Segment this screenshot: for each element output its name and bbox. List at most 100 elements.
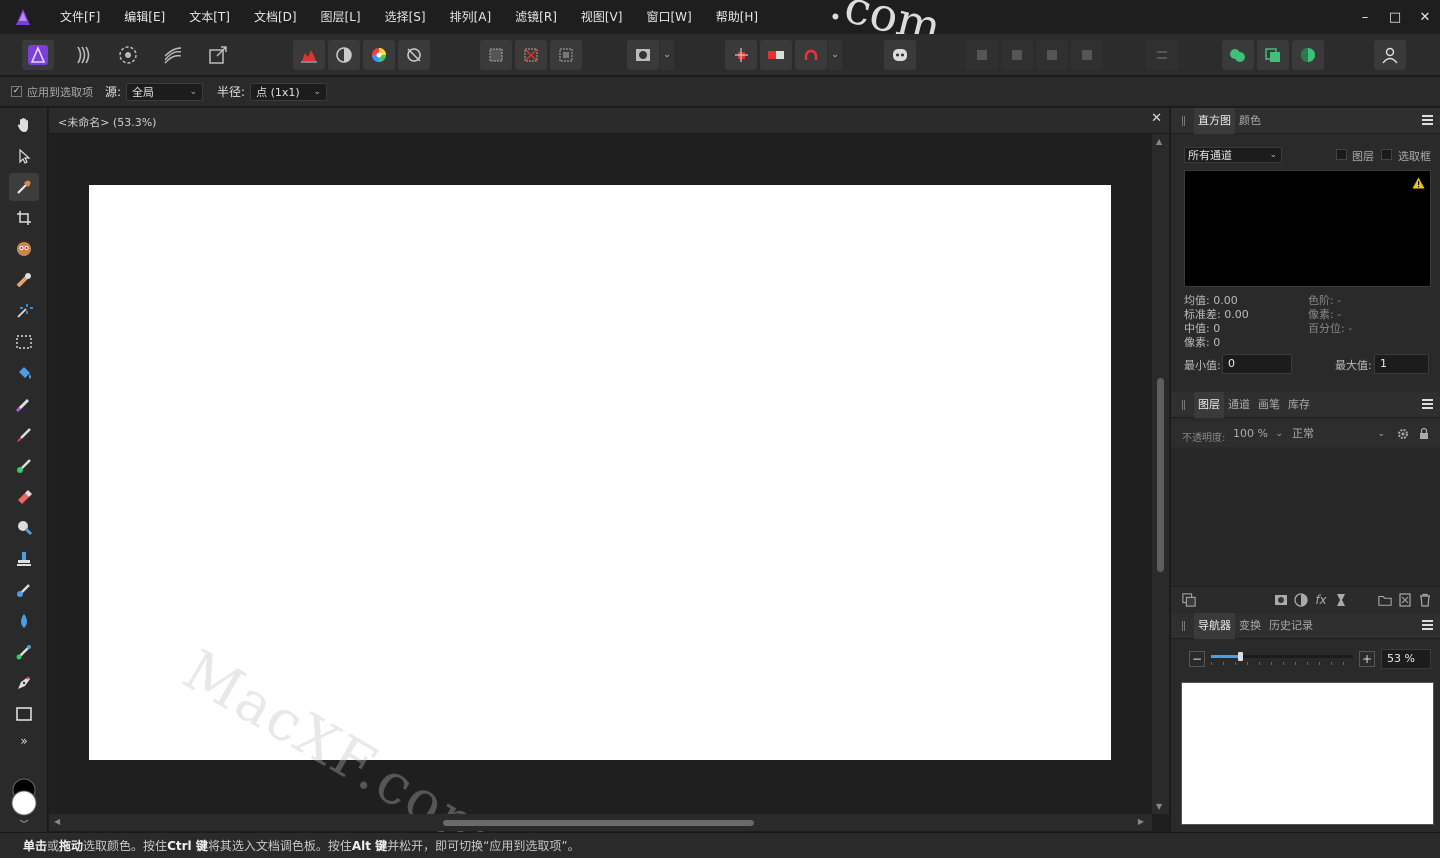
rectangle-tool-icon[interactable] [9, 700, 39, 728]
zoom-slider-knob[interactable] [1238, 652, 1243, 661]
navigator-preview[interactable] [1181, 682, 1434, 825]
menu-help[interactable]: 帮助[H] [704, 0, 770, 34]
panel-grip-icon[interactable] [1182, 399, 1185, 410]
channel-select[interactable]: 所有通道 ⌄ [1184, 147, 1282, 163]
select-all-icon[interactable] [480, 40, 512, 70]
panel-menu-icon[interactable] [1422, 620, 1433, 630]
layer-settings-gear-icon[interactable] [1397, 428, 1409, 443]
close-document-button[interactable]: ✕ [1151, 111, 1162, 126]
horizontal-scrollbar[interactable]: ◀ ▶ [49, 814, 1152, 831]
delete-layer-trash-icon[interactable] [1418, 593, 1432, 607]
scroll-left-icon[interactable]: ◀ [54, 817, 60, 826]
pen-tool-icon[interactable] [9, 669, 39, 697]
vertical-scroll-thumb[interactable] [1157, 378, 1164, 572]
color-picker-tool-icon[interactable] [9, 173, 39, 201]
tone-mapping-persona-icon[interactable] [157, 40, 189, 70]
mesh-warp-tool-icon[interactable] [9, 638, 39, 666]
smudge-tool-icon[interactable] [9, 576, 39, 604]
eraser-tool-icon[interactable] [9, 483, 39, 511]
paint-brush-tool-icon[interactable] [9, 390, 39, 418]
liquify-persona-icon[interactable] [68, 40, 100, 70]
color-wheel-icon[interactable] [363, 40, 395, 70]
auto-contrast-icon[interactable] [328, 40, 360, 70]
tab-channels[interactable]: 通道 [1224, 392, 1254, 418]
blend-mode-select[interactable]: 正常 ⌄ [1288, 425, 1387, 443]
tab-transform[interactable]: 变换 [1235, 613, 1265, 639]
document-canvas[interactable] [89, 185, 1111, 760]
arrange-backward-icon[interactable] [1001, 40, 1033, 70]
boolean-subtract-icon[interactable] [1292, 40, 1324, 70]
panel-menu-icon[interactable] [1422, 399, 1433, 409]
tab-brushes[interactable]: 画笔 [1254, 392, 1284, 418]
scroll-down-icon[interactable]: ▼ [1156, 802, 1162, 811]
magic-wand-tool-icon[interactable] [9, 297, 39, 325]
panel-menu-icon[interactable] [1422, 115, 1433, 125]
photo-persona-icon[interactable] [22, 40, 54, 70]
live-filter-icon[interactable] [1334, 593, 1348, 607]
zoom-out-button[interactable]: − [1189, 651, 1205, 667]
close-window-button[interactable]: ✕ [1410, 0, 1440, 34]
invert-selection-icon[interactable] [550, 40, 582, 70]
crop-tool-icon[interactable] [9, 204, 39, 232]
levels-icon[interactable] [293, 40, 325, 70]
marquee-checkbox[interactable] [1381, 149, 1392, 160]
horizontal-scroll-thumb[interactable] [443, 820, 754, 826]
account-icon[interactable] [1374, 40, 1406, 70]
tab-history[interactable]: 历史记录 [1265, 613, 1317, 639]
source-select[interactable]: 全局 ⌄ [126, 82, 204, 101]
zoom-value-input[interactable]: 53 % [1381, 649, 1431, 669]
panel-grip-icon[interactable] [1182, 620, 1185, 631]
scroll-up-icon[interactable]: ▲ [1156, 137, 1162, 146]
rectangular-marquee-tool-icon[interactable] [9, 328, 39, 356]
layer-checkbox[interactable] [1336, 149, 1347, 160]
arrange-forward-icon[interactable] [966, 40, 998, 70]
vertical-scrollbar[interactable]: ▲ ▼ [1152, 134, 1169, 814]
tab-color[interactable]: 颜色 [1235, 108, 1265, 134]
move-tool-icon[interactable] [9, 142, 39, 170]
arrange-back-icon[interactable] [1071, 40, 1103, 70]
dodge-tool-icon[interactable] [9, 514, 39, 542]
develop-persona-icon[interactable] [112, 40, 144, 70]
blemish-removal-tool-icon[interactable] [9, 266, 39, 294]
min-value-input[interactable]: 0 [1222, 354, 1292, 374]
menu-edit[interactable]: 编辑[E] [112, 0, 177, 34]
opacity-select[interactable]: 100 % ⌄ [1233, 425, 1283, 443]
boolean-intersect-icon[interactable] [1257, 40, 1289, 70]
menu-view[interactable]: 视图[V] [569, 0, 635, 34]
snapping-icon[interactable] [725, 40, 757, 70]
snapping-dropdown-caret[interactable]: ⌄ [828, 40, 842, 70]
menu-file[interactable]: 文件[F] [48, 0, 112, 34]
scroll-right-icon[interactable]: ▶ [1138, 817, 1144, 826]
boolean-add-icon[interactable] [1222, 40, 1254, 70]
menu-arrange[interactable]: 排列[A] [438, 0, 504, 34]
arrange-front-icon[interactable] [1036, 40, 1068, 70]
tab-histogram[interactable]: 直方图 [1194, 107, 1235, 134]
mask-layer-icon[interactable] [1274, 593, 1288, 607]
clone-stamp-tool-icon[interactable] [9, 545, 39, 573]
minimize-button[interactable]: – [1350, 0, 1380, 34]
fx-icon[interactable]: fx [1314, 593, 1328, 607]
assistant-icon[interactable] [884, 40, 916, 70]
apply-to-selection-checkbox[interactable]: ✓ [11, 86, 22, 97]
color-wells[interactable] [9, 778, 41, 824]
menu-select[interactable]: 选择[S] [373, 0, 438, 34]
zoom-in-button[interactable]: + [1359, 651, 1375, 667]
panel-grip-icon[interactable] [1182, 115, 1185, 126]
group-layers-folder-icon[interactable] [1378, 593, 1392, 607]
add-pixel-layer-icon[interactable] [1398, 593, 1412, 607]
color-replacement-tool-icon[interactable] [9, 452, 39, 480]
hand-tool-icon[interactable] [9, 111, 39, 139]
affinity-photo-logo-icon[interactable] [12, 6, 34, 28]
radius-select[interactable]: 点 (1x1) ⌄ [250, 82, 328, 101]
adjustment-layer-icon[interactable] [1294, 593, 1308, 607]
red-eye-tool-icon[interactable] [9, 235, 39, 263]
more-tools-icon[interactable]: » [9, 731, 39, 751]
blur-tool-icon[interactable] [9, 607, 39, 635]
assistant-magnet-icon[interactable] [795, 40, 827, 70]
zoom-slider[interactable] [1211, 652, 1353, 666]
export-persona-icon[interactable] [202, 40, 234, 70]
canvas-area[interactable] [49, 134, 1152, 814]
menu-document[interactable]: 文档[D] [242, 0, 309, 34]
tab-navigator[interactable]: 导航器 [1194, 612, 1235, 639]
force-pixel-alignment-icon[interactable] [760, 40, 792, 70]
